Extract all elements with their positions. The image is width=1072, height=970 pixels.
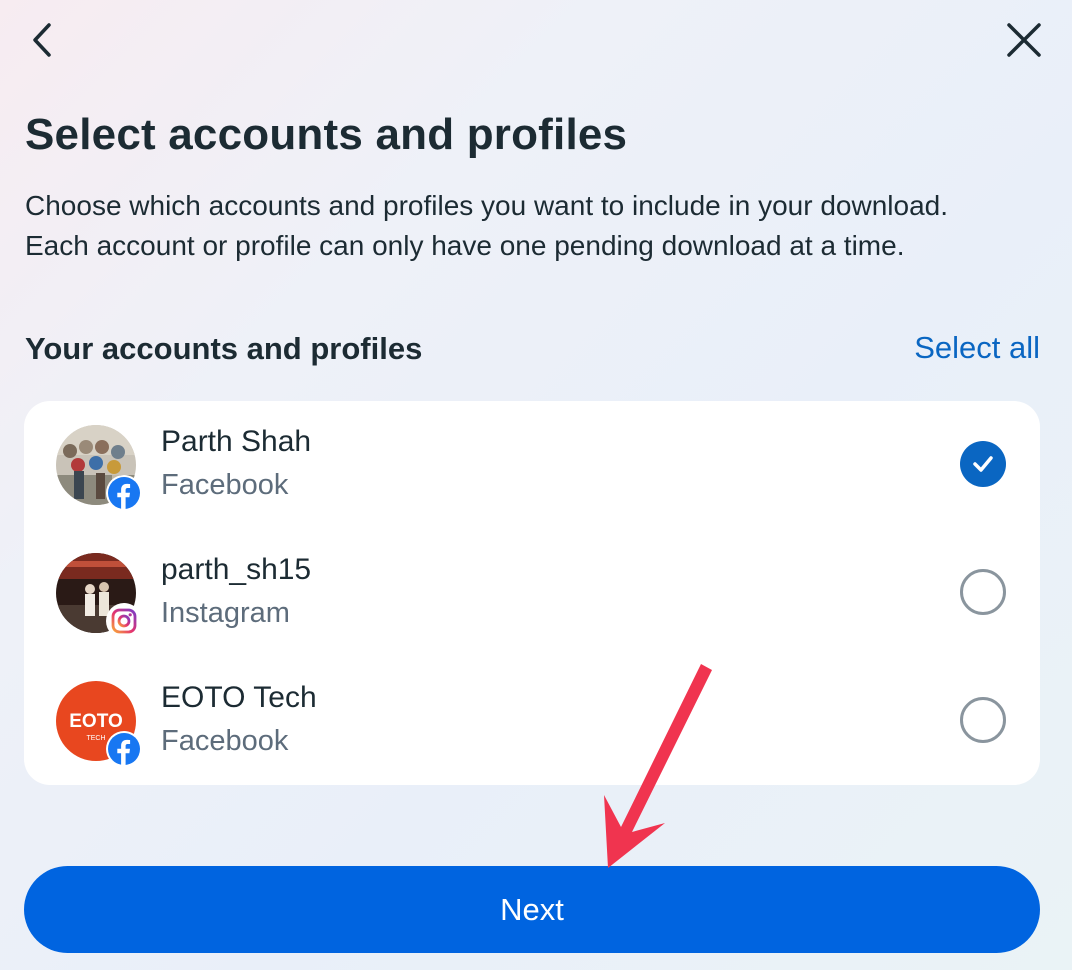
account-checkbox-checked[interactable] — [960, 441, 1006, 487]
account-row-parth-shah[interactable]: Parth Shah Facebook — [24, 401, 1040, 529]
avatar-logo-subtext: TECH — [86, 735, 105, 742]
instagram-icon — [111, 608, 137, 634]
account-name: Parth Shah — [161, 425, 312, 458]
top-bar — [0, 0, 1072, 80]
account-platform: Facebook — [161, 469, 289, 501]
account-row-eoto-tech[interactable]: EOTO TECH EOTO Tech Facebook — [24, 657, 1040, 785]
back-button[interactable] — [18, 16, 66, 64]
account-row-parth-sh15[interactable]: parth_sh15 Instagram — [24, 529, 1040, 657]
account-checkbox[interactable] — [960, 697, 1006, 743]
close-button[interactable] — [998, 14, 1050, 66]
facebook-icon — [108, 733, 140, 765]
facebook-badge — [106, 731, 142, 767]
facebook-badge — [106, 475, 142, 511]
close-icon — [1007, 23, 1041, 57]
account-name: EOTO Tech — [161, 681, 317, 714]
account-checkbox[interactable] — [960, 569, 1006, 615]
accounts-list: Parth Shah Facebook parth_sh15 Instagram… — [24, 401, 1040, 785]
next-button[interactable]: Next — [24, 866, 1040, 953]
page-description: Choose which accounts and profiles you w… — [25, 190, 949, 261]
select-all-link[interactable]: Select all — [914, 330, 1040, 366]
account-platform: Instagram — [161, 597, 290, 629]
instagram-badge — [106, 603, 142, 639]
checkmark-icon — [973, 456, 993, 472]
account-name: parth_sh15 — [161, 553, 312, 586]
chevron-left-icon — [33, 23, 51, 57]
section-header: Your accounts and profiles Select all — [25, 325, 1040, 375]
facebook-icon — [108, 477, 140, 509]
section-title: Your accounts and profiles — [25, 331, 423, 366]
page-title: Select accounts and profiles — [25, 110, 628, 159]
account-platform: Facebook — [161, 725, 289, 757]
avatar-logo-text: EOTO — [69, 711, 123, 732]
